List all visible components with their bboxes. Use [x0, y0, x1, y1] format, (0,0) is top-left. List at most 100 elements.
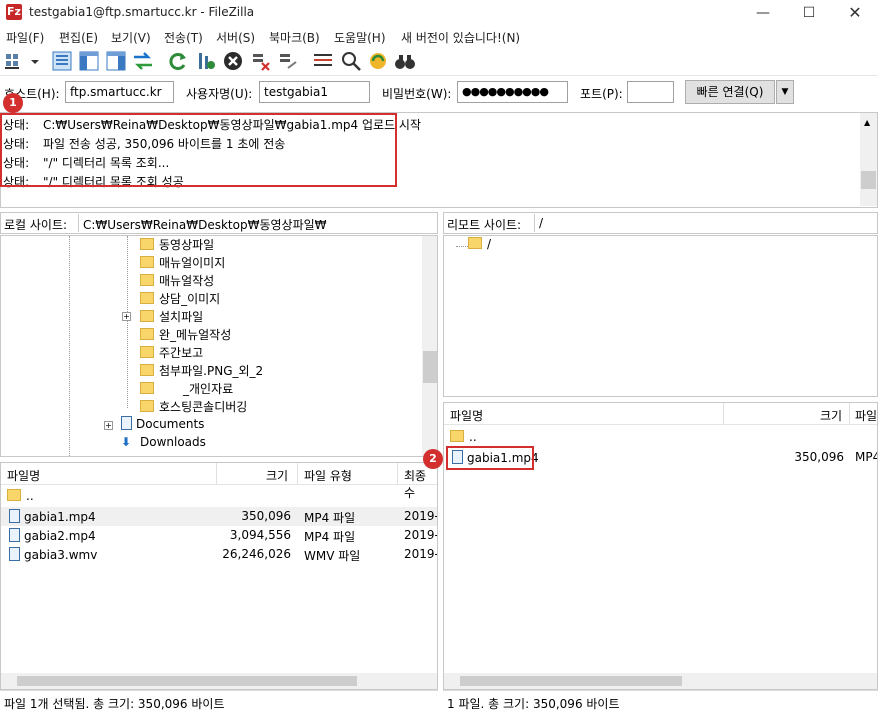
folder-icon — [468, 237, 482, 249]
port-label: 포트(P): — [580, 87, 623, 101]
tree-folder[interactable]: 매뉴얼작성 — [140, 272, 214, 290]
column-name[interactable]: 파일명 — [7, 467, 40, 484]
folder-icon — [140, 256, 154, 268]
file-icon — [9, 528, 20, 542]
cancel-icon[interactable] — [222, 50, 244, 72]
column-name[interactable]: 파일명 — [450, 407, 483, 424]
log-scrollbar[interactable]: ▲ — [860, 113, 877, 206]
local-directory-tree[interactable]: 동영상파일 매뉴얼이미지 매뉴얼작성 상담_이미지 + 설치파일 완_메뉴얼작성… — [0, 235, 438, 457]
log-scroll-thumb[interactable] — [861, 171, 876, 189]
sort-ascending-icon: ˄ — [104, 462, 109, 470]
tree-folder[interactable]: / — [468, 237, 491, 255]
user-label: 사용자명(U): — [186, 87, 253, 101]
menu-transfer[interactable]: 전송(T) — [164, 29, 203, 46]
folder-icon — [140, 274, 154, 286]
remote-h-scroll-thumb[interactable] — [460, 676, 682, 686]
folder-icon — [140, 346, 154, 358]
remote-column-header: 파일명 ˄ 크기 파일 — [444, 402, 877, 425]
local-site-bar: 로컬 사이트: C:₩Users₩Reina₩Desktop₩동영상파일₩ — [0, 212, 438, 234]
host-input[interactable]: ftp.smartucc.kr — [65, 81, 174, 103]
tree-folder[interactable]: 매뉴얼이미지 — [140, 254, 225, 272]
menu-help[interactable]: 도움말(H) — [334, 29, 386, 46]
folder-icon — [140, 364, 154, 376]
filezilla-app-icon: Fz — [6, 4, 22, 20]
menu-file[interactable]: 파일(F) — [6, 29, 44, 46]
local-site-path[interactable]: C:₩Users₩Reina₩Desktop₩동영상파일₩ — [78, 214, 437, 232]
search-icon[interactable] — [394, 50, 416, 72]
tree-folder[interactable]: 상담_이미지 — [140, 290, 220, 308]
minimize-icon[interactable]: — — [740, 0, 786, 26]
log-highlight-box — [0, 113, 397, 187]
file-row-parent[interactable]: .. — [444, 428, 877, 447]
annotation-badge-1: 1 — [3, 93, 23, 113]
column-type[interactable]: 파일 유형 — [304, 467, 352, 484]
remote-site-path[interactable]: / — [534, 214, 877, 232]
column-size[interactable]: 크기 — [266, 467, 288, 484]
toggle-remote-tree-icon[interactable] — [105, 50, 127, 72]
tree-folder[interactable]: _개인자료 — [140, 380, 233, 398]
remote-h-scrollbar[interactable] — [444, 673, 877, 689]
local-site-label: 로컬 사이트: — [4, 218, 68, 232]
compare-icon[interactable] — [340, 50, 362, 72]
menu-edit[interactable]: 편집(E) — [59, 29, 98, 46]
tree-scroll-thumb[interactable] — [423, 351, 437, 383]
tree-folder[interactable]: ⬇ Downloads — [121, 435, 206, 453]
toggle-log-icon[interactable] — [51, 50, 73, 72]
remote-site-bar: 리모트 사이트: / — [443, 212, 878, 234]
expand-plus-icon[interactable]: + — [122, 312, 131, 321]
sync-browse-icon[interactable] — [367, 50, 389, 72]
site-manager-icon[interactable] — [4, 50, 26, 72]
column-type[interactable]: 파일 — [855, 407, 877, 424]
reconnect-icon[interactable] — [277, 50, 299, 72]
menu-bookmarks[interactable]: 북마크(B) — [269, 29, 320, 46]
menu-view[interactable]: 보기(V) — [111, 29, 151, 46]
local-file-list[interactable]: 파일명 ˄ 크기 파일 유형 최종 수 .. gabia1.mp4 350,09… — [0, 462, 438, 690]
window-title: testgabia1@ftp.smartucc.kr - FileZilla — [29, 5, 255, 19]
scroll-up-icon[interactable]: ▲ — [864, 118, 870, 127]
quickconnect-button[interactable]: 빠른 연결(Q) — [685, 80, 775, 104]
annotation-badge-2: 2 — [423, 449, 443, 469]
transfer-queue-icon[interactable] — [132, 50, 154, 72]
folder-icon — [7, 489, 21, 501]
folder-icon — [140, 382, 154, 394]
tree-folder[interactable]: 동영상파일 — [140, 236, 214, 254]
maximize-icon[interactable]: ☐ — [786, 0, 832, 26]
disconnect-icon[interactable] — [250, 50, 272, 72]
local-h-scrollbar[interactable] — [1, 673, 437, 689]
toolbar — [0, 46, 878, 76]
tree-folder[interactable]: 주간보고 — [140, 344, 203, 362]
file-row-parent[interactable]: .. — [1, 487, 437, 506]
title-bar: Fz testgabia1@ftp.smartucc.kr - FileZill… — [0, 0, 878, 26]
toggle-local-tree-icon[interactable] — [78, 50, 100, 72]
quickconnect-bar: 호스트(H): ftp.smartucc.kr 사용자명(U): testgab… — [0, 76, 878, 110]
filter-icon[interactable] — [312, 50, 334, 72]
tree-folder[interactable]: 첨부파일.PNG_외_2 — [140, 362, 263, 380]
chevron-down-icon[interactable]: ▼ — [776, 80, 794, 104]
file-row[interactable]: gabia2.mp4 3,094,556 MP4 파일 2019-( — [1, 526, 437, 545]
close-icon[interactable]: ✕ — [832, 0, 878, 26]
folder-icon — [140, 310, 154, 322]
file-row[interactable]: gabia3.wmv 26,246,026 WMV 파일 2019-( — [1, 545, 437, 564]
username-input[interactable]: testgabia1 — [259, 81, 370, 103]
tree-folder[interactable]: 호스팅콘솔디버깅 — [140, 398, 247, 416]
folder-icon — [450, 430, 464, 442]
port-input[interactable] — [627, 81, 674, 103]
remote-directory-tree[interactable]: / — [443, 235, 878, 397]
local-h-scroll-thumb[interactable] — [17, 676, 357, 686]
expand-plus-icon[interactable]: + — [104, 421, 113, 430]
password-input[interactable]: ●●●●●●●●●● — [457, 81, 568, 103]
remote-status-bar: 1 파일. 총 크기: 350,096 바이트 — [443, 690, 878, 712]
tree-folder[interactable]: 완_메뉴얼작성 — [140, 326, 231, 344]
refresh-icon[interactable] — [167, 50, 189, 72]
process-queue-icon[interactable] — [195, 50, 217, 72]
column-size[interactable]: 크기 — [820, 407, 842, 424]
menu-server[interactable]: 서버(S) — [216, 29, 255, 46]
tree-folder[interactable]: Documents — [121, 416, 204, 434]
menu-new-version[interactable]: 새 버전이 있습니다!(N) — [401, 29, 520, 46]
file-row-selected[interactable]: gabia1.mp4 350,096 MP4 파일 2019-( — [1, 507, 437, 526]
tree-scrollbar[interactable] — [422, 236, 437, 456]
site-manager-dropdown-icon[interactable] — [28, 50, 42, 72]
folder-icon — [140, 238, 154, 250]
sort-ascending-icon: ˄ — [578, 402, 583, 410]
tree-folder[interactable]: 설치파일 — [140, 308, 203, 326]
